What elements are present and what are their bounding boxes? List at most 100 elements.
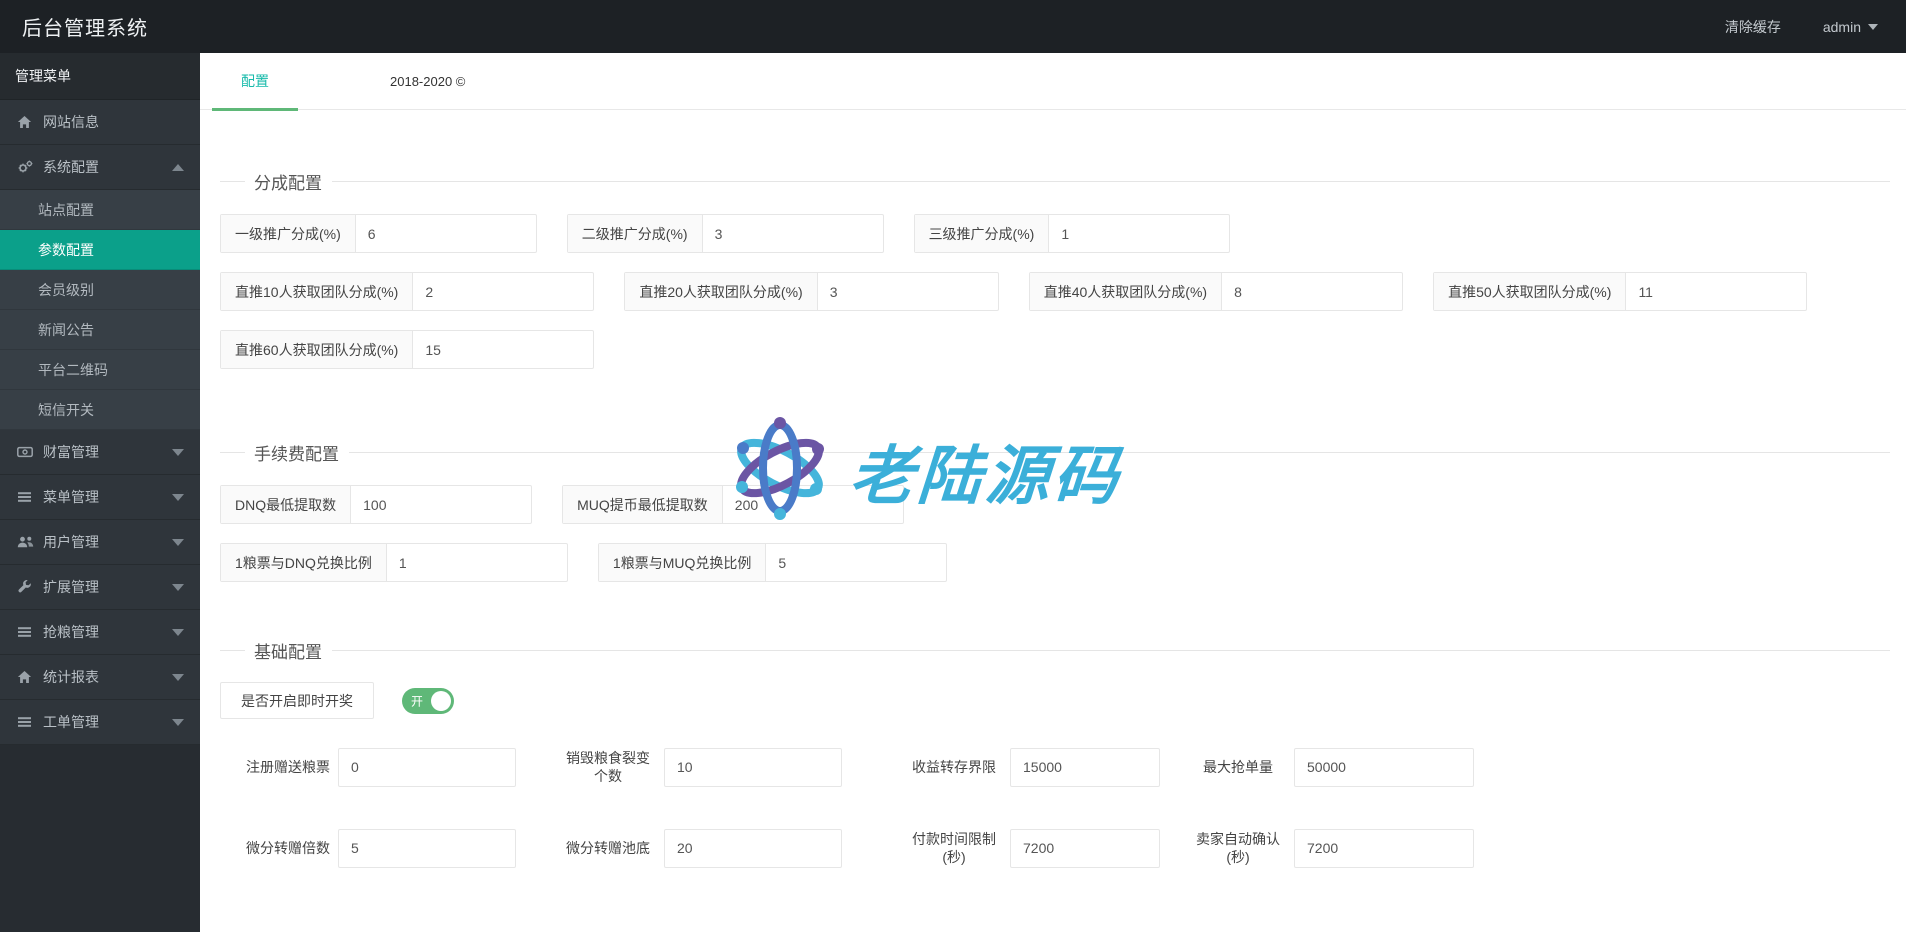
field-label: 收益转存界限 [906,758,1002,776]
field-level3-share: 三级推广分成(%) [914,214,1231,253]
tab-label: 配置 [241,73,269,89]
field-input[interactable] [1222,273,1402,310]
list-icon [17,625,34,639]
field-level2-share: 二级推广分成(%) [567,214,884,253]
chevron-down-icon [1868,24,1878,30]
field-label: 付款时间限制(秒) [906,830,1002,866]
field-team50-share: 直推50人获取团队分成(%) [1433,272,1807,311]
cogs-icon [17,160,34,174]
field-input[interactable] [664,748,842,787]
field-micro-transfer-multiple: 微分转赠倍数 [230,829,516,868]
chevron-down-icon [172,674,184,681]
field-input[interactable] [356,215,536,252]
field-team40-share: 直推40人获取团队分成(%) [1029,272,1403,311]
instant-draw-label: 是否开启即时开奖 [220,682,374,719]
sidebar-subitem-site-config[interactable]: 站点配置 [0,190,200,230]
field-label: 最大抢单量 [1190,758,1286,776]
field-label: 1粮票与MUQ兑换比例 [599,544,766,581]
field-input[interactable] [1049,215,1229,252]
sidebar-item-menu-mgmt[interactable]: 菜单管理 [0,475,200,520]
field-label: 直推50人获取团队分成(%) [1434,273,1626,310]
field-label: 销毁粮食裂变个数 [560,749,656,785]
sidebar-item-grain-mgmt[interactable]: 抢粮管理 [0,610,200,655]
sidebar-item-ticket-mgmt[interactable]: 工单管理 [0,700,200,745]
field-label: 微分转赠倍数 [230,839,330,857]
field-input[interactable] [351,486,531,523]
field-ticket-dnq-ratio: 1粮票与DNQ兑换比例 [220,543,568,582]
field-level1-share: 一级推广分成(%) [220,214,537,253]
field-ticket-muq-ratio: 1粮票与MUQ兑换比例 [598,543,947,582]
form-row: 直推60人获取团队分成(%) [220,330,1890,369]
sidebar-subitem-member-level[interactable]: 会员级别 [0,270,200,310]
field-label: 直推10人获取团队分成(%) [221,273,413,310]
list-icon [17,490,34,504]
sidebar-item-label: 统计报表 [43,667,172,687]
section-title: 基础配置 [245,638,332,663]
form-row: 注册赠送粮票 销毁粮食裂变个数 收益转存界限 最大抢单量 [220,745,1890,789]
field-input[interactable] [1294,829,1474,868]
field-micro-transfer-pool: 微分转赠池底 [560,829,842,868]
app-title: 后台管理系统 [0,12,148,41]
field-input[interactable] [723,486,903,523]
chevron-down-icon [172,629,184,636]
sidebar-item-site-info[interactable]: 网站信息 [0,100,200,145]
field-input[interactable] [387,544,567,581]
tab-bar: 配置 2018-2020 © [200,53,1906,110]
sidebar-item-wealth[interactable]: 财富管理 [0,430,200,475]
section-header-fee: 手续费配置 [220,441,1890,463]
sidebar-subitem-param-config-active[interactable]: 参数配置 [0,230,200,270]
sidebar: 管理菜单 网站信息 系统配置 站点配置 参数配置 会员级别 新闻公告 平台二维码… [0,53,200,932]
field-input[interactable] [338,748,516,787]
sidebar-item-label: 用户管理 [43,532,172,552]
divider [332,650,1890,651]
instant-draw-toggle[interactable]: 开 [402,688,454,714]
divider [332,181,1890,182]
sidebar-item-user-mgmt[interactable]: 用户管理 [0,520,200,565]
field-input[interactable] [1010,748,1160,787]
sidebar-item-label: 菜单管理 [43,487,172,507]
sidebar-subitem-sms-switch[interactable]: 短信开关 [0,390,200,430]
field-label: 三级推广分成(%) [915,215,1050,252]
field-label: MUQ提币最低提取数 [563,486,723,523]
user-menu[interactable]: admin [1823,19,1878,35]
users-icon [17,535,34,549]
wrench-icon [17,580,34,594]
field-input[interactable] [1010,829,1160,868]
money-icon [17,445,34,459]
field-payment-time-limit: 付款时间限制(秒) [906,829,1160,868]
copyright-text: 2018-2020 © [390,74,465,89]
main-content: 配置 2018-2020 © 分成配置 一级推广分成(%) 二级推广分成(%) … [200,53,1906,932]
field-income-transfer-limit: 收益转存界限 [906,748,1160,787]
field-max-grab-amount: 最大抢单量 [1190,748,1474,787]
field-team60-share: 直推60人获取团队分成(%) [220,330,594,369]
chevron-down-icon [172,719,184,726]
sidebar-subitem-qrcode[interactable]: 平台二维码 [0,350,200,390]
sidebar-item-label: 扩展管理 [43,577,172,597]
field-input[interactable] [766,544,946,581]
field-input[interactable] [703,215,883,252]
tab-config[interactable]: 配置 [212,53,298,110]
field-input[interactable] [413,331,593,368]
divider [220,452,245,453]
field-input[interactable] [413,273,593,310]
sidebar-subitem-news[interactable]: 新闻公告 [0,310,200,350]
clear-cache-button[interactable]: 清除缓存 [1725,17,1781,37]
field-input[interactable] [1294,748,1474,787]
section-header-base: 基础配置 [220,639,1890,661]
toggle-on-label: 开 [411,692,423,709]
field-input[interactable] [664,829,842,868]
field-dnq-min-withdraw: DNQ最低提取数 [220,485,532,524]
field-destroy-split-count: 销毁粮食裂变个数 [560,748,842,787]
sidebar-item-label: 系统配置 [43,157,172,177]
home-icon [17,670,34,684]
field-input[interactable] [338,829,516,868]
sidebar-item-report[interactable]: 统计报表 [0,655,200,700]
sidebar-item-system-config[interactable]: 系统配置 [0,145,200,190]
sidebar-item-extension-mgmt[interactable]: 扩展管理 [0,565,200,610]
field-input[interactable] [1626,273,1806,310]
toggle-knob [431,691,451,711]
field-input[interactable] [818,273,998,310]
chevron-down-icon [172,584,184,591]
field-label: DNQ最低提取数 [221,486,351,523]
section-title: 手续费配置 [245,440,349,465]
